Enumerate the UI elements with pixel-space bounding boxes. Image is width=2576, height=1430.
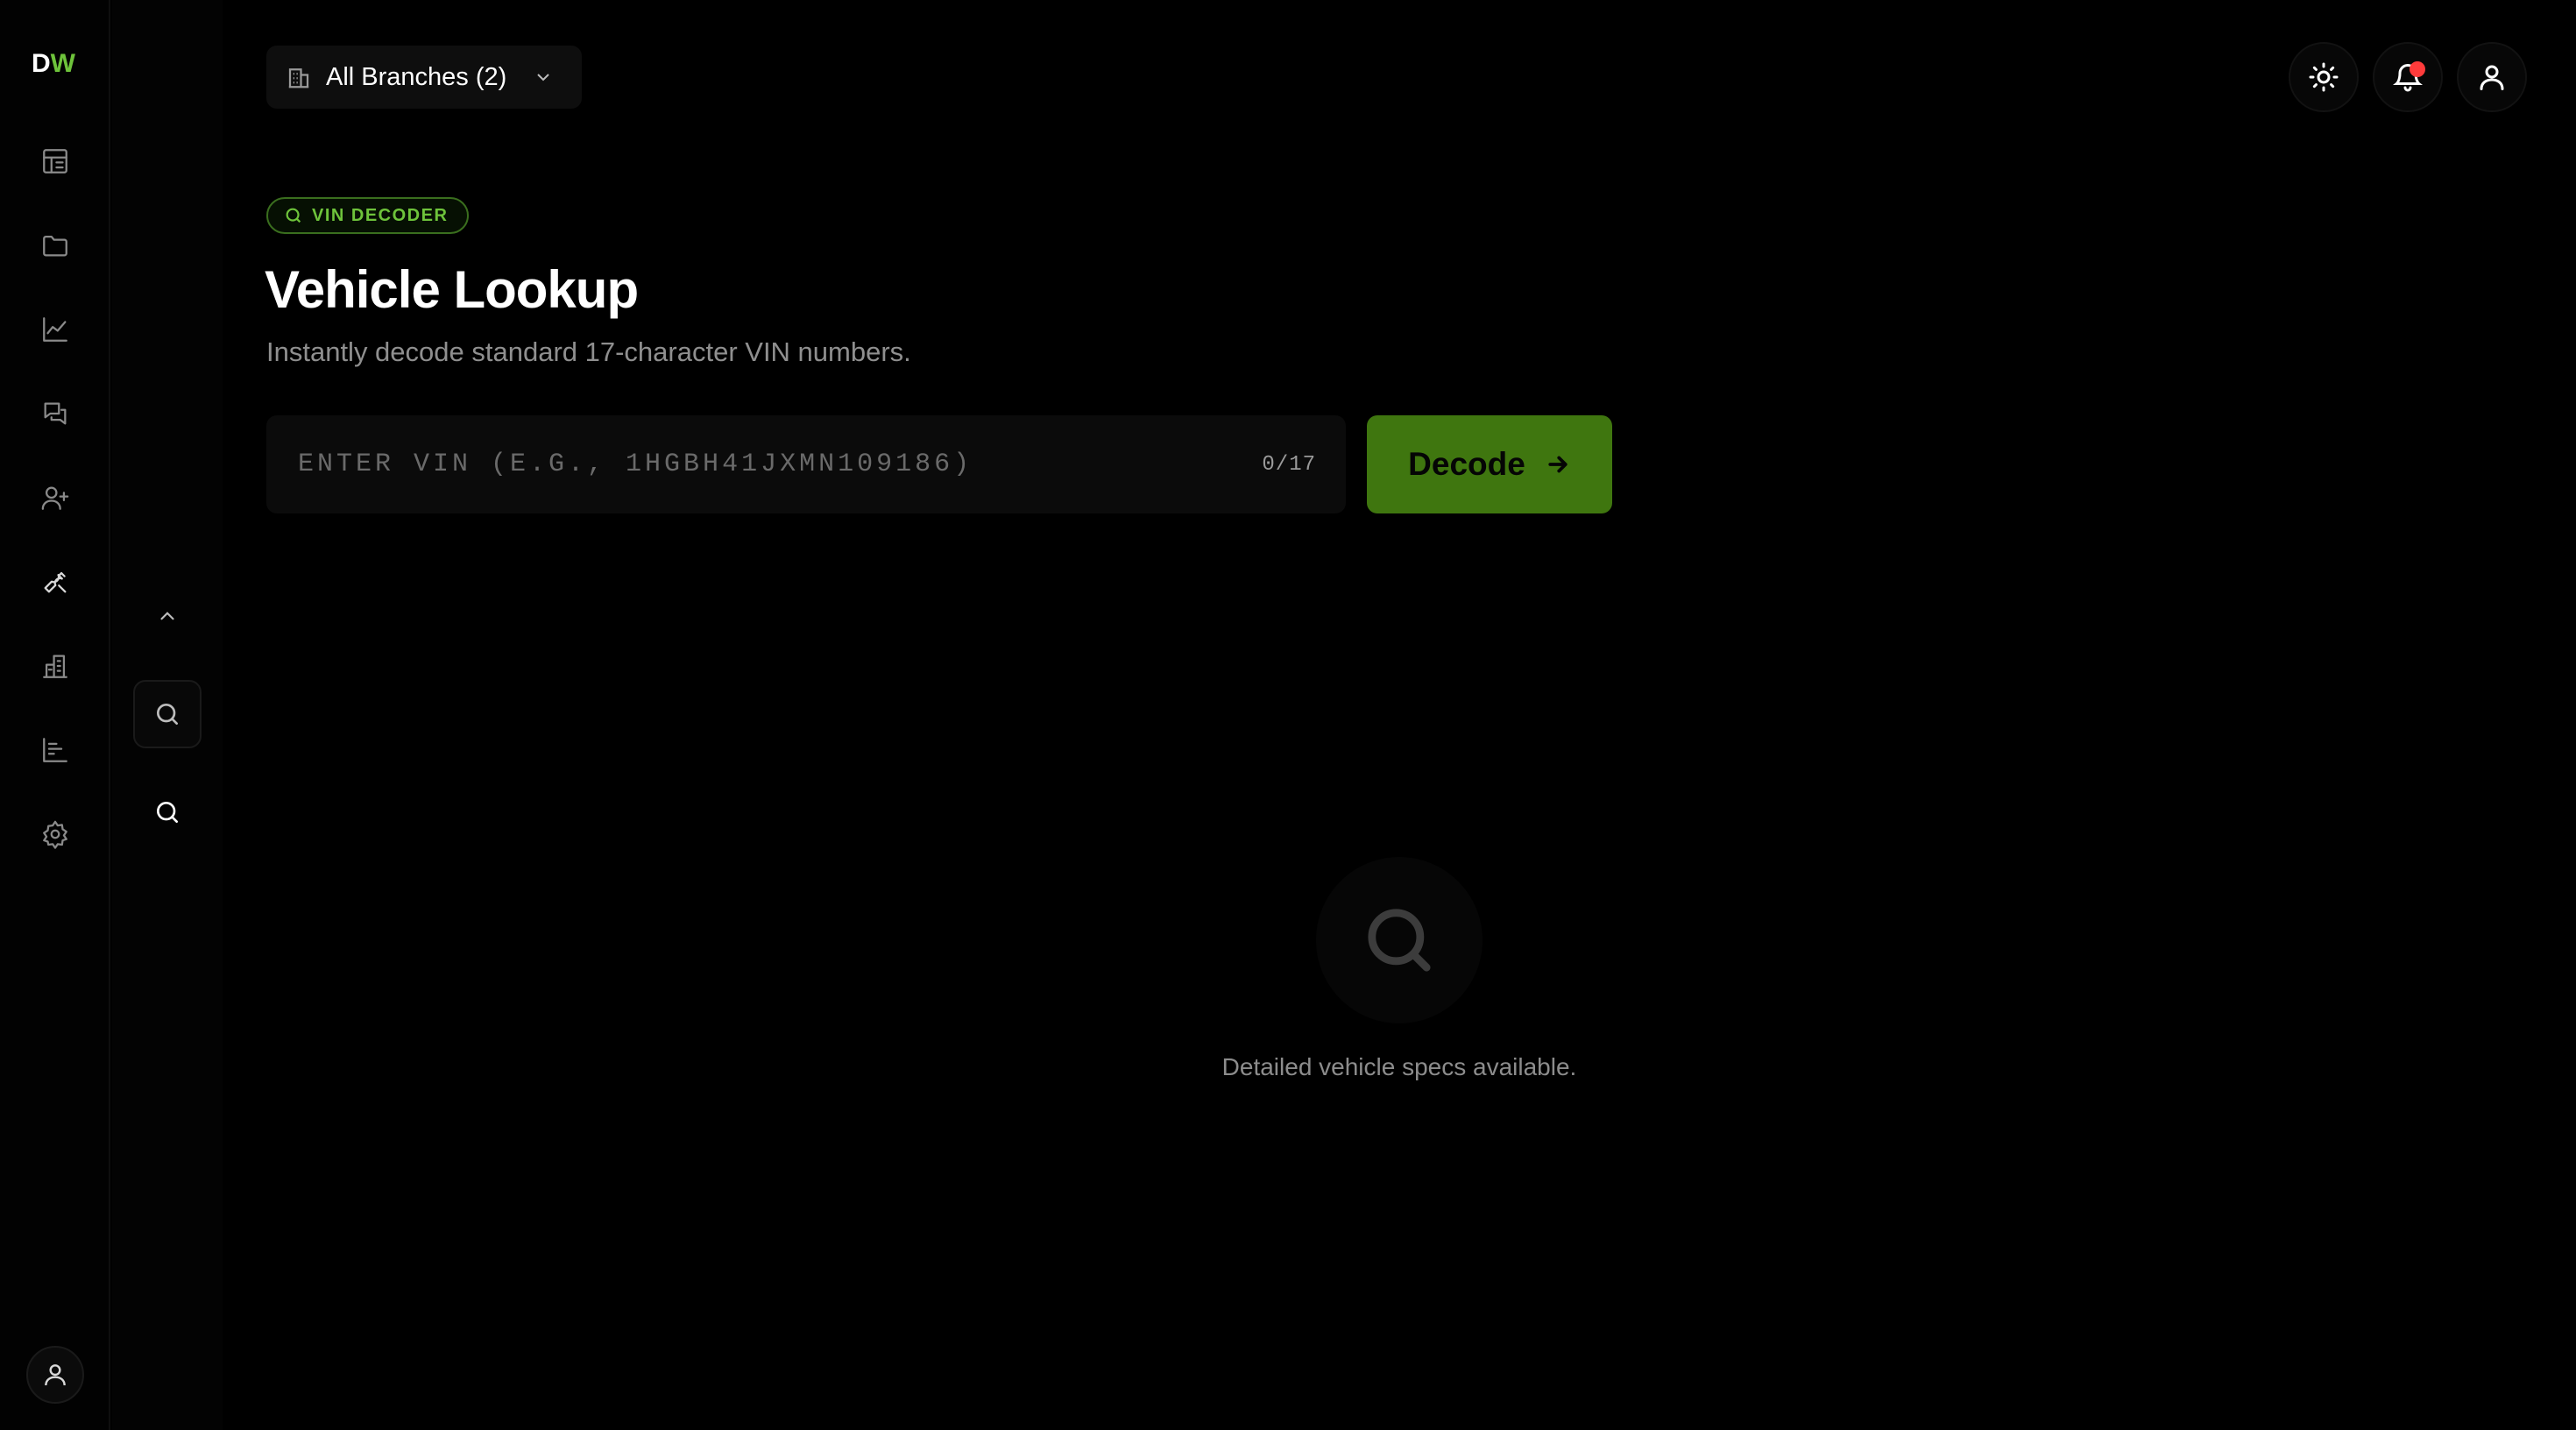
app-logo[interactable]: DW — [32, 49, 75, 79]
chevron-up-icon — [160, 612, 174, 620]
sidebar-item-settings[interactable] — [38, 817, 73, 852]
empty-state-illustration — [1316, 857, 1483, 1023]
reports-icon — [43, 738, 67, 762]
sidebar-item-messages[interactable] — [38, 396, 73, 431]
page-title: Vehicle Lookup — [265, 260, 639, 319]
messages-icon — [44, 402, 67, 425]
notifications-button[interactable] — [2373, 42, 2443, 112]
chevron-down-icon — [537, 74, 550, 81]
sun-icon — [2309, 62, 2339, 92]
add-user-icon — [41, 486, 69, 510]
page-subtitle: Instantly decode standard 17-character V… — [266, 336, 911, 367]
sidebar-item-reports[interactable] — [38, 733, 73, 768]
theme-toggle-button[interactable] — [2289, 42, 2359, 112]
sidebar-item-tools[interactable] — [38, 564, 73, 599]
dashboard-icon — [43, 149, 67, 173]
vin-input[interactable] — [296, 449, 1263, 480]
secondary-panel — [112, 0, 223, 1430]
settings-icon — [43, 820, 67, 849]
section-badge: VIN DECODER — [266, 197, 470, 234]
building-icon — [288, 68, 309, 88]
user-menu-button[interactable] — [26, 1346, 84, 1404]
search-icon — [286, 208, 301, 223]
search-icon — [1368, 909, 1431, 972]
primary-sidebar: DW — [0, 0, 110, 1430]
sidebar-item-files[interactable] — [38, 228, 73, 263]
sidebar-item-add-user[interactable] — [38, 480, 73, 515]
badge-label: VIN DECODER — [312, 205, 449, 225]
search-button[interactable] — [133, 680, 202, 748]
user-icon — [2480, 65, 2504, 90]
vin-char-counter: 0/17 — [1262, 452, 1316, 477]
notification-dot — [2410, 61, 2425, 77]
sidebar-item-analytics[interactable] — [38, 312, 73, 347]
buildings-icon — [43, 655, 67, 678]
user-icon — [45, 1364, 66, 1386]
empty-state-text: Detailed vehicle specs available. — [1221, 1053, 1577, 1080]
tools-icon — [44, 571, 67, 593]
sidebar-item-locations[interactable] — [38, 648, 73, 683]
vin-input-container: 0/17 — [266, 415, 1346, 513]
branch-label: All Branches (2) — [326, 62, 507, 91]
arrow-right-icon — [1548, 456, 1568, 473]
profile-button[interactable] — [2457, 42, 2527, 112]
decode-button[interactable]: Decode — [1367, 415, 1612, 513]
analytics-icon — [43, 317, 67, 342]
collapse-button[interactable] — [133, 582, 202, 650]
folder-icon — [43, 235, 67, 257]
search-icon — [157, 802, 178, 823]
decode-button-label: Decode — [1408, 446, 1525, 482]
branch-selector[interactable]: All Branches (2) — [266, 46, 582, 109]
search-button-alt[interactable] — [133, 778, 202, 846]
search-icon — [157, 704, 178, 725]
sidebar-item-dashboard[interactable] — [38, 144, 73, 179]
